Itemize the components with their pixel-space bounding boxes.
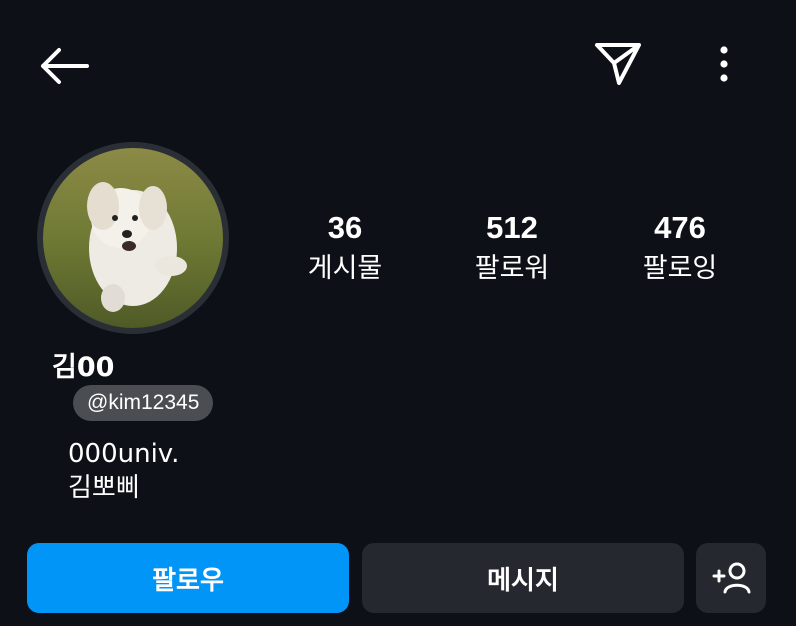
bio-line: 김뽀삐 bbox=[68, 473, 140, 503]
share-button[interactable] bbox=[588, 36, 648, 92]
stat-label: 게시물 bbox=[307, 253, 383, 284]
stat-value: 512 bbox=[486, 210, 538, 245]
avatar[interactable] bbox=[37, 142, 229, 334]
stat-posts[interactable]: 36 게시물 bbox=[275, 210, 415, 286]
profile-name: 김00 bbox=[52, 352, 115, 383]
add-person-icon bbox=[712, 562, 751, 594]
paper-plane-icon bbox=[595, 43, 641, 85]
message-button[interactable]: 메시지 bbox=[362, 543, 684, 613]
bio-line: 000univ. bbox=[68, 439, 180, 469]
suggest-users-button[interactable] bbox=[696, 543, 766, 613]
more-vertical-icon bbox=[720, 46, 728, 82]
username-badge[interactable]: @kim12345 bbox=[73, 385, 214, 421]
profile-bio: 000univ. 김뽀삐 bbox=[68, 437, 179, 505]
back-button[interactable] bbox=[34, 40, 94, 92]
more-options-button[interactable] bbox=[704, 38, 744, 90]
stat-following[interactable]: 476 팔로잉 bbox=[610, 210, 750, 286]
profile-header bbox=[0, 0, 796, 130]
arrow-left-icon bbox=[41, 48, 89, 84]
avatar-photo bbox=[43, 148, 223, 328]
stat-value: 476 bbox=[654, 210, 706, 245]
stat-label: 팔로잉 bbox=[642, 253, 718, 284]
follow-button[interactable]: 팔로우 bbox=[27, 543, 349, 613]
stat-label: 팔로워 bbox=[474, 253, 550, 284]
stat-value: 36 bbox=[327, 210, 363, 245]
stat-followers[interactable]: 512 팔로워 bbox=[442, 210, 582, 286]
